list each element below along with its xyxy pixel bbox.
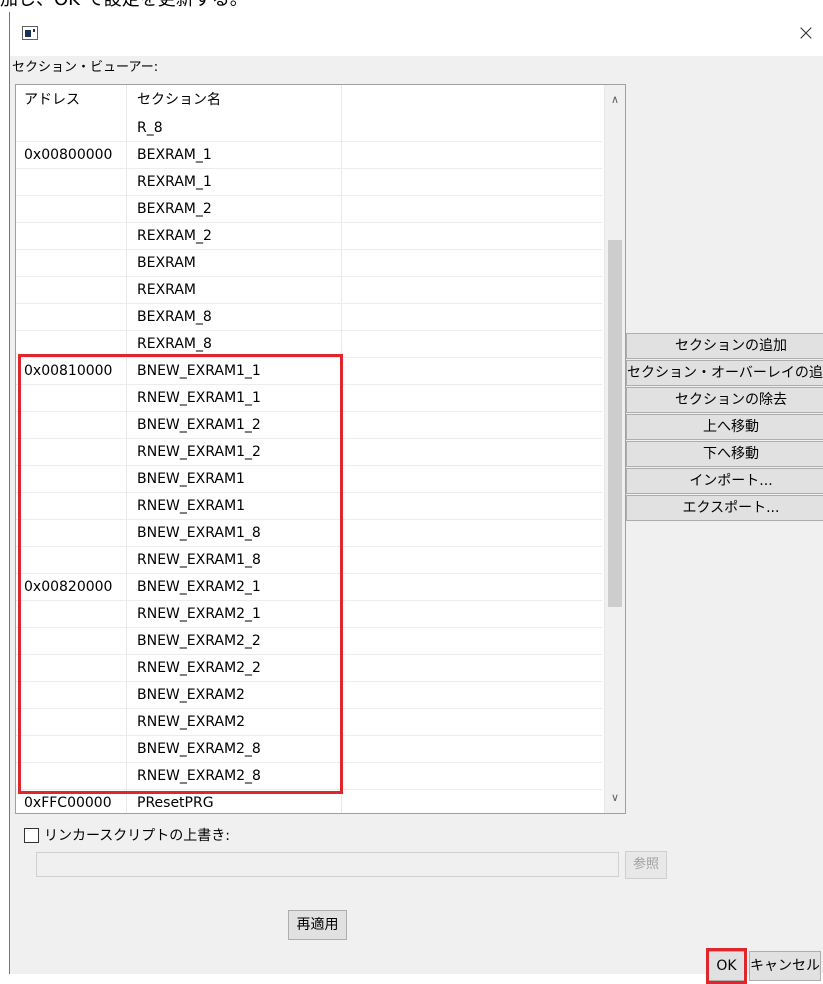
table-row[interactable]: REXRAM_1 — [16, 169, 602, 196]
row-section-name: REXRAM_1 — [137, 174, 212, 190]
title-bar: × — [10, 12, 823, 56]
app-window-icon — [22, 26, 38, 40]
table-row[interactable]: BEXRAM_8 — [16, 304, 602, 331]
table-row[interactable]: REXRAM — [16, 277, 602, 304]
row-address — [16, 196, 126, 223]
highlight-new-sections — [18, 354, 343, 794]
row-section-name: REXRAM_2 — [137, 228, 212, 244]
row-section-name: BEXRAM_8 — [137, 309, 212, 325]
scrollbar-thumb[interactable] — [608, 240, 622, 607]
reapply-button[interactable]: 再適用 — [288, 910, 347, 940]
row-section-name: BEXRAM_1 — [137, 147, 212, 163]
export-button[interactable]: エクスポート... — [626, 495, 823, 521]
add-overlay-button[interactable]: セクション・オーバーレイの追加 — [626, 360, 823, 386]
row-address — [16, 223, 126, 250]
table-row[interactable]: 0x00800000 BEXRAM_1 — [16, 142, 602, 169]
cancel-button[interactable]: キャンセル — [749, 951, 821, 981]
row-address — [16, 277, 126, 304]
table-row[interactable]: BEXRAM — [16, 250, 602, 277]
table-header: アドレス セクション名 — [16, 85, 602, 115]
vertical-scrollbar[interactable]: ∧ ∨ — [604, 85, 625, 813]
move-down-button[interactable]: 下へ移動 — [626, 441, 823, 467]
browse-button[interactable]: 参照 — [625, 851, 667, 879]
row-section-name: BEXRAM — [137, 255, 196, 271]
linker-script-path-input[interactable] — [36, 852, 619, 877]
scroll-up-icon[interactable]: ∧ — [605, 90, 625, 110]
scroll-down-icon[interactable]: ∨ — [605, 788, 625, 808]
row-section-name: R_8 — [137, 120, 163, 136]
linker-override-label: リンカースクリプトの上書き: — [44, 828, 231, 844]
row-section-name: BEXRAM_2 — [137, 201, 212, 217]
highlight-ok-button — [706, 948, 747, 984]
section-viewer-label: セクション・ビューアー: — [12, 60, 159, 75]
move-up-button[interactable]: 上へ移動 — [626, 414, 823, 440]
column-header-address[interactable]: アドレス — [16, 85, 126, 115]
linker-override-checkbox[interactable] — [24, 828, 39, 843]
row-address — [16, 304, 126, 331]
row-address: 0x00800000 — [24, 147, 113, 163]
close-button[interactable]: × — [788, 20, 823, 50]
add-section-button[interactable]: セクションの追加 — [626, 333, 823, 359]
row-address — [16, 169, 126, 196]
import-button[interactable]: インポート... — [626, 468, 823, 494]
table-row[interactable]: REXRAM_2 — [16, 223, 602, 250]
table-row[interactable]: R_8 — [16, 115, 602, 142]
row-address — [16, 250, 126, 277]
section-dialog: × セクション・ビューアー: アドレス セクション名 R_8 0x00800000… — [9, 12, 823, 984]
row-section-name: REXRAM — [137, 282, 196, 298]
row-address — [16, 115, 126, 142]
column-header-section-name[interactable]: セクション名 — [129, 85, 343, 115]
instruction-text: 加し、OK で設定を更新する。 — [0, 0, 248, 12]
table-row[interactable]: BEXRAM_2 — [16, 196, 602, 223]
remove-section-button[interactable]: セクションの除去 — [626, 387, 823, 413]
